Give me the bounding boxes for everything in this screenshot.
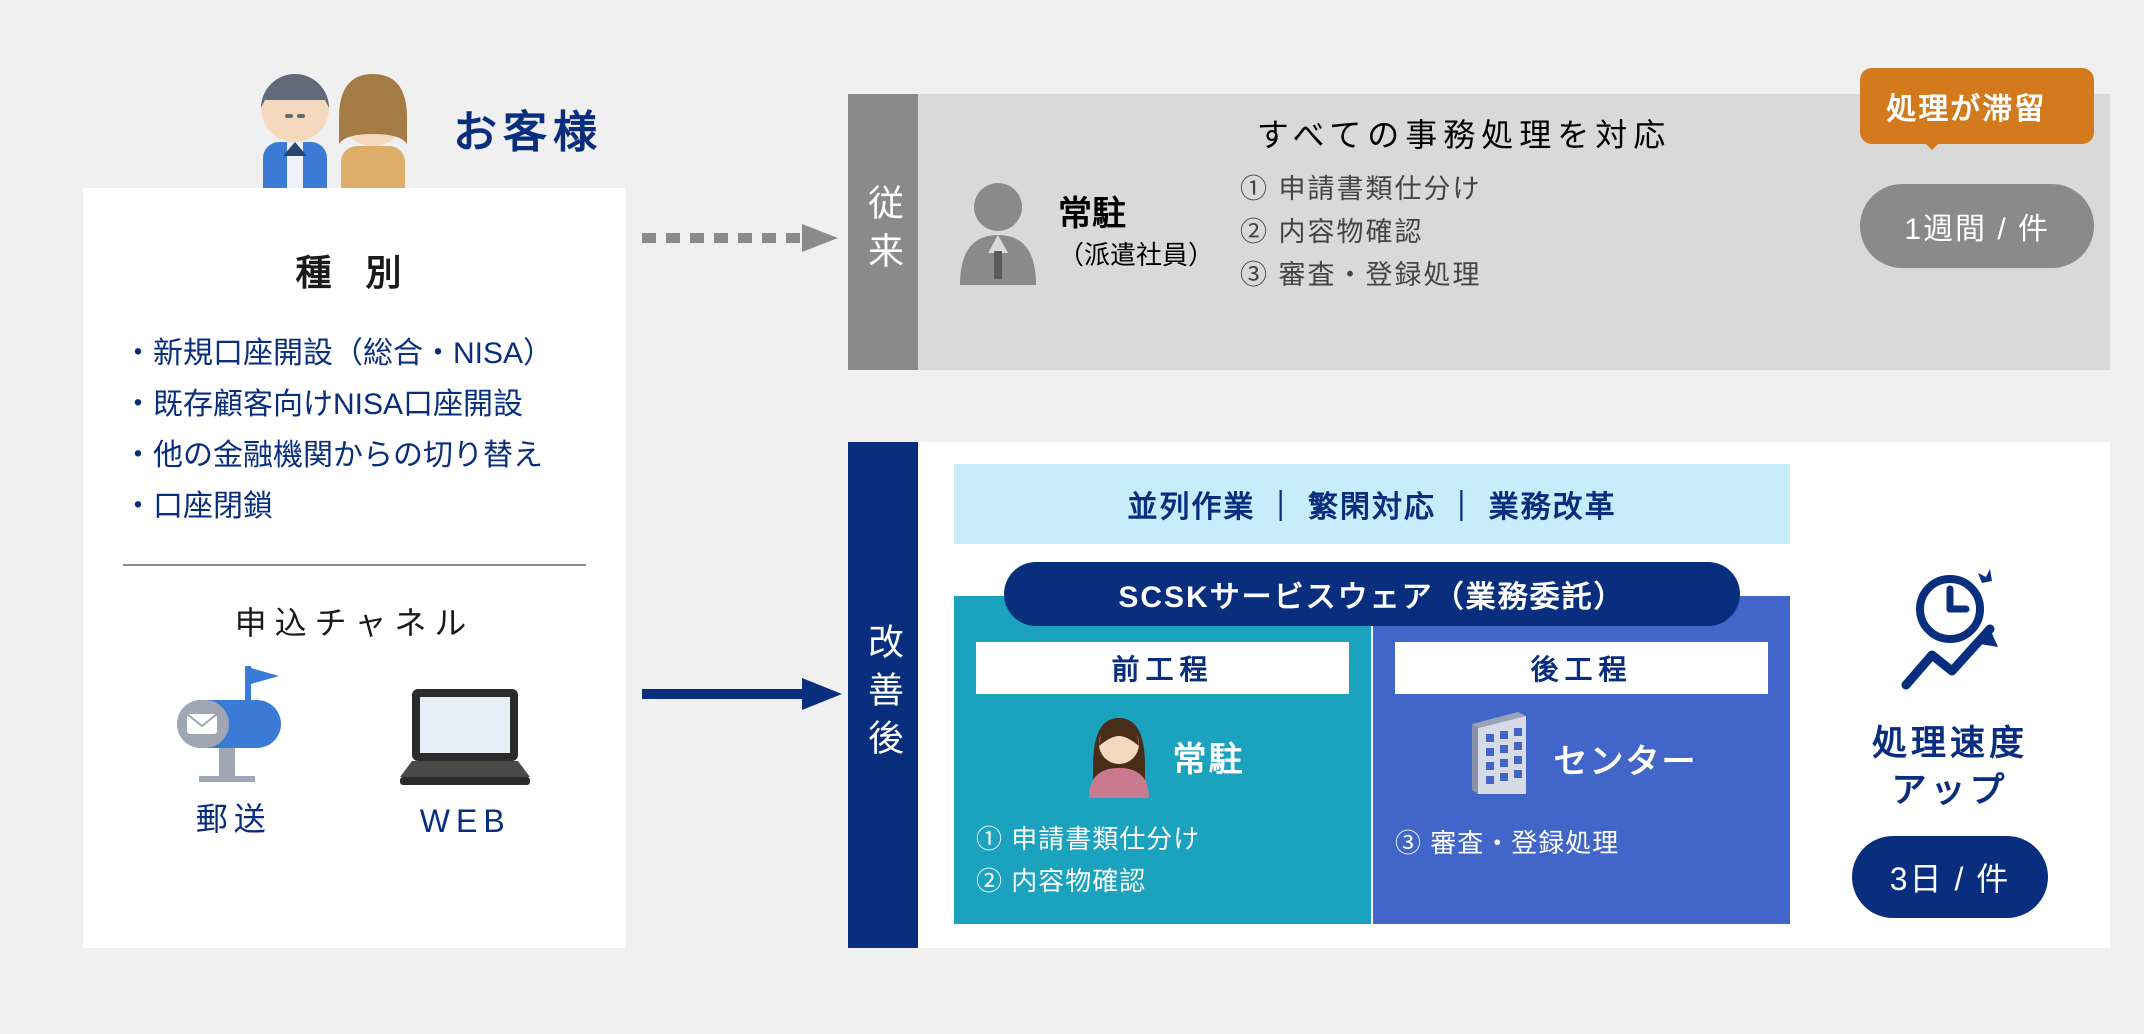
task-item: ② 内容物確認 [1240,211,1482,254]
channel-mail-label: 郵送 [169,794,299,840]
speed-line1: 処理速度 [1872,724,2028,763]
back-process-tasks: ③ 審査・登録処理 [1395,823,1768,865]
front-process-label: 常駐 [1173,732,1245,781]
improved-strip: 並列作業 ｜ 繁閑対応 ｜ 業務改革 [954,464,1790,544]
speed-text: 処理速度 アップ [1872,720,2028,815]
task-item: ② 内容物確認 [976,861,1349,903]
task-item: ① 申請書類仕分け [1240,168,1482,211]
back-process-head: 後工程 [1395,642,1768,694]
improved-side: 処理速度 アップ 3日 / 件 [1820,464,2080,924]
task-item: ① 申請書類仕分け [976,819,1349,861]
improved-label: 改善後 [848,442,918,948]
arrow-to-conventional-icon [642,218,842,258]
laptop-icon [390,671,540,791]
back-process-label: センター [1554,734,1698,783]
type-list: 新規口座開設（総合・NISA） 既存顧客向けNISA口座開設 他の金融機関からの… [123,328,586,532]
front-process-tasks: ① 申請書類仕分け ② 内容物確認 [976,819,1349,902]
type-title: 種 別 [123,244,586,296]
speed-line2: アップ [1891,771,2008,810]
conventional-staff: 常駐 （派遣社員） [952,175,1214,290]
improved-main: 並列作業 ｜ 繁閑対応 ｜ 業務改革 SCSKサービスウェア（業務委託） 前工程 [954,464,1790,924]
channel-mail: 郵送 [169,662,299,840]
channel-web-label: WEB [390,803,540,840]
woman-icon [1081,710,1157,803]
channel-web: WEB [390,671,540,840]
improved-cards: 前工程 常駐 [954,596,1790,924]
divider [123,564,586,566]
businessman-icon [952,175,1044,290]
customer-title: お客様 [453,96,603,160]
type-item: 他の金融機関からの切り替え [123,430,586,481]
type-item: 新規口座開設（総合・NISA） [123,328,586,379]
conventional-body: すべての事務処理を対応 常駐 （派遣社員） [918,94,2110,370]
conventional-badge: 処理が滞留 1週間 / 件 [1860,68,2094,268]
building-icon [1466,710,1538,807]
type-item: 口座閉鎖 [123,481,586,532]
arrow-to-improved-icon [642,674,842,714]
customer-card: 種 別 新規口座開設（総合・NISA） 既存顧客向けNISA口座開設 他の金融機… [83,188,626,948]
channel-row: 郵送 WEB [123,662,586,840]
improved-body: 並列作業 ｜ 繁閑対応 ｜ 業務改革 SCSKサービスウェア（業務委託） 前工程 [918,442,2110,948]
conventional-panel: 従来 すべての事務処理を対応 常駐 （派遣社員） [848,94,2110,370]
channel-title: 申込チャネル [123,598,586,644]
improved-panel: 改善後 並列作業 ｜ 繁閑対応 ｜ 業務改革 SCSKサービスウェア（業務委託）… [848,442,2110,948]
speed-clock-icon [1880,559,2020,704]
front-process-card: 前工程 常駐 [954,596,1371,924]
staff-sub: （派遣社員） [1058,238,1214,273]
task-item: ③ 審査・登録処理 [1395,823,1768,865]
customer-panel: お客様 種 別 新規口座開設（総合・NISA） 既存顧客向けNISA [83,58,626,948]
type-item: 既存顧客向けNISA口座開設 [123,379,586,430]
back-process-card: 後工程 [1373,596,1790,924]
mailbox-icon [169,662,299,782]
task-item: ③ 審査・登録処理 [1240,254,1482,297]
staff-title: 常駐 [1058,195,1126,233]
stagnation-callout: 処理が滞留 [1860,68,2094,144]
improved-duration-pill: 3日 / 件 [1852,836,2048,918]
conventional-duration-pill: 1週間 / 件 [1860,184,2094,268]
conventional-tasks: ① 申請書類仕分け ② 内容物確認 ③ 審査・登録処理 [1240,168,1482,298]
front-process-head: 前工程 [976,642,1349,694]
scsk-title: SCSKサービスウェア（業務委託） [1004,562,1740,626]
diagram-canvas: お客様 種 別 新規口座開設（総合・NISA） 既存顧客向けNISA [30,30,2144,1004]
